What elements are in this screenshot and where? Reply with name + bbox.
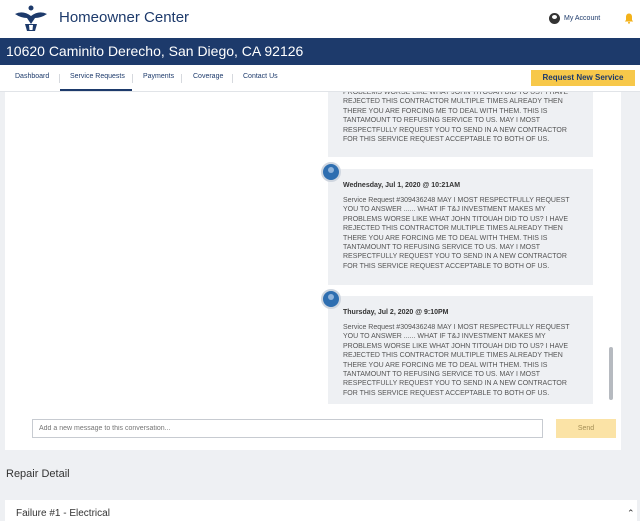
eagle-logo-icon[interactable] bbox=[13, 4, 49, 34]
conversation-scrollbar[interactable] bbox=[609, 347, 613, 400]
chevron-down-icon: ⌃ bbox=[627, 508, 635, 518]
tab-payments[interactable]: Payments bbox=[143, 73, 174, 80]
tab-divider bbox=[232, 74, 233, 83]
tab-service-requests[interactable]: Service Requests bbox=[70, 73, 125, 80]
user-avatar-icon bbox=[321, 162, 341, 182]
property-address-bar: 10620 Caminito Derecho, San Diego, CA 92… bbox=[0, 38, 640, 65]
repair-detail-heading: Repair Detail bbox=[6, 468, 70, 480]
conversation-message: Wednesday, Jul 1, 2020 @ 10:21AM Service… bbox=[328, 169, 593, 285]
message-text: Service Request #309436248 MAY I MOST RE… bbox=[343, 324, 570, 397]
failure-label: Failure #1 - Electrical bbox=[16, 508, 110, 519]
tab-coverage[interactable]: Coverage bbox=[193, 73, 223, 80]
message-date: Wednesday, Jul 1, 2020 @ 10:21AM bbox=[343, 182, 461, 189]
tab-dashboard[interactable]: Dashboard bbox=[15, 73, 49, 80]
request-new-service-button[interactable]: Request New Service bbox=[531, 70, 635, 86]
user-circle-icon bbox=[549, 13, 560, 24]
active-tab-indicator bbox=[60, 89, 132, 91]
tab-contact-us[interactable]: Contact Us bbox=[243, 73, 278, 80]
brand-title: Homeowner Center bbox=[59, 9, 190, 26]
tab-divider bbox=[132, 74, 133, 83]
failure-accordion[interactable]: Failure #1 - Electrical ⌃ bbox=[5, 500, 637, 521]
conversation-message: Thursday, Jul 2, 2020 @ 9:10PM Service R… bbox=[328, 296, 593, 404]
tab-divider bbox=[59, 74, 60, 83]
top-header: Homeowner Center My Account bbox=[0, 0, 640, 38]
bell-icon[interactable] bbox=[624, 13, 634, 24]
send-button[interactable]: Send bbox=[556, 419, 616, 438]
message-text: Service Request #309436248 MAY I MOST RE… bbox=[343, 197, 570, 270]
conversation-message: PROBLEMS WORSE LIKE WHAT JOHN TITOUAH DI… bbox=[328, 92, 593, 157]
property-address: 10620 Caminito Derecho, San Diego, CA 92… bbox=[6, 43, 304, 59]
conversation-panel[interactable]: PROBLEMS WORSE LIKE WHAT JOHN TITOUAH DI… bbox=[5, 92, 621, 450]
message-text: PROBLEMS WORSE LIKE WHAT JOHN TITOUAH DI… bbox=[343, 92, 569, 144]
account-label: My Account bbox=[564, 15, 601, 22]
tab-divider bbox=[181, 74, 182, 83]
user-avatar-icon bbox=[321, 289, 341, 309]
message-date: Thursday, Jul 2, 2020 @ 9:10PM bbox=[343, 309, 449, 316]
my-account-menu[interactable]: My Account bbox=[549, 13, 600, 24]
new-message-input[interactable] bbox=[32, 419, 543, 438]
